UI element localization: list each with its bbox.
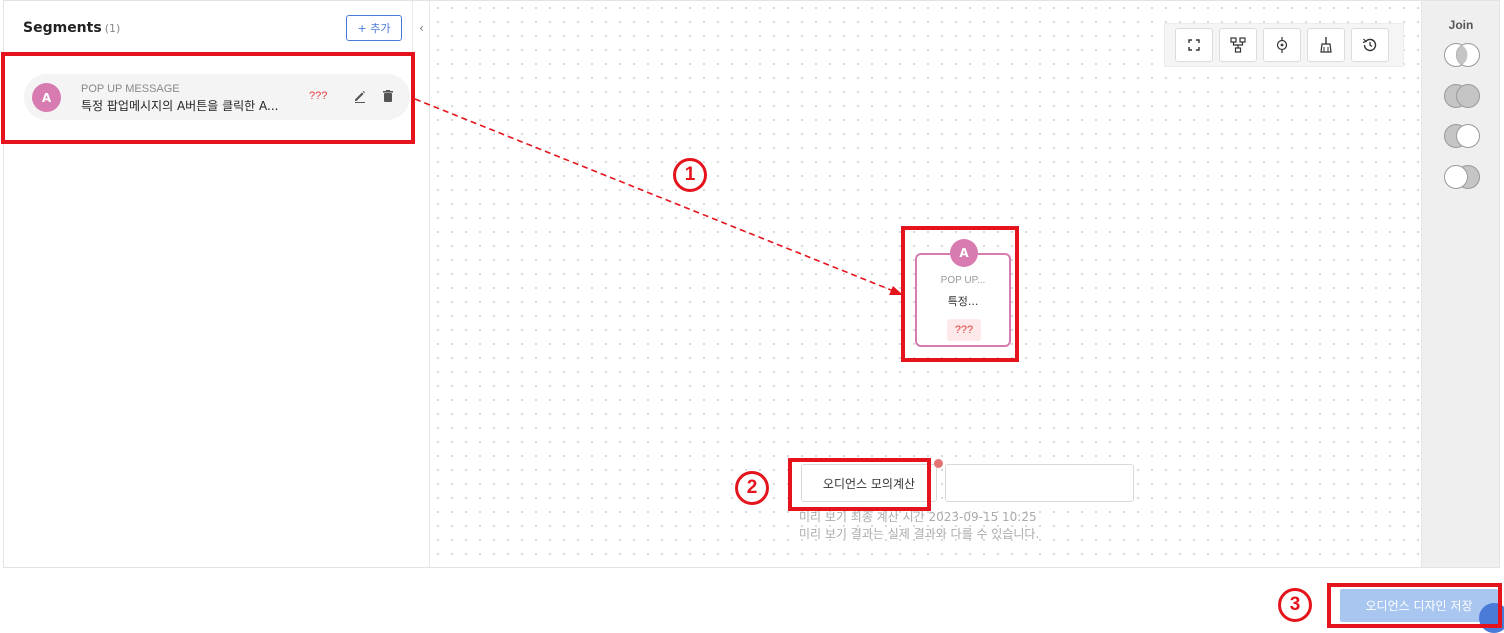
chevron-left-icon: ‹ [419,21,424,35]
node-count-badge: ??? [947,319,981,341]
center-button[interactable] [1263,28,1301,62]
step-marker-1: 1 [673,158,707,192]
step-marker-3: 3 [1278,588,1312,622]
node-type: POP UP... [940,275,986,286]
simulation-result-field[interactable] [945,464,1134,502]
tree-layout-icon [1230,37,1246,53]
segment-avatar: A [32,83,61,112]
simulation-disclaimer: 미리 보기 결과는 실제 결과와 다를 수 있습니다. [799,527,1040,541]
sidebar-title-text: Segments [23,20,102,36]
segments-sidebar: Segments (1) + 추가 ‹ A POP UP MESSAGE 특정 팝… [4,1,430,567]
join-right-difference-icon[interactable] [1441,164,1483,190]
center-icon [1276,37,1288,53]
audience-simulation-button[interactable]: 오디언스 모의계산 [801,464,937,502]
join-left-difference-icon[interactable] [1441,123,1483,149]
history-button[interactable] [1351,28,1389,62]
segment-description: 특정 팝업메시지의 A버튼을 클릭한 A... [81,99,279,113]
simulation-last-calculated: 미리 보기 최종 계산 시간 2023-09-15 10:25 [799,510,1037,524]
edit-icon[interactable] [352,88,368,104]
history-icon [1362,38,1377,52]
help-fab[interactable] [1479,603,1504,633]
join-panel: Join [1421,1,1499,567]
sidebar-title: Segments (1) [23,20,120,36]
step-marker-2: 2 [735,471,769,505]
tree-layout-button[interactable] [1219,28,1257,62]
simulation-status-dot [934,459,943,468]
trash-icon[interactable] [380,88,396,104]
add-segment-button[interactable]: + 추가 [346,15,402,41]
fullscreen-button[interactable] [1175,28,1213,62]
audience-canvas[interactable]: A POP UP... 특정... ??? 오디언스 모의계산 미리 보기 최종… [431,1,1420,567]
join-intersection-icon[interactable] [1441,42,1483,68]
clear-button[interactable] [1307,28,1345,62]
segment-count: (1) [104,22,121,35]
fullscreen-icon [1188,39,1200,51]
segment-type: POP UP MESSAGE [81,83,180,95]
sidebar-header: Segments (1) + 추가 [4,1,412,55]
segment-audience-count: ??? [309,90,328,102]
segment-list-item[interactable]: A POP UP MESSAGE 특정 팝업메시지의 A버튼을 클릭한 A...… [24,74,410,120]
broom-icon [1320,37,1332,53]
save-audience-design-button[interactable]: 오디언스 디자인 저장 [1340,589,1498,622]
node-avatar: A [950,239,978,267]
canvas-toolbar [1164,23,1404,67]
join-title: Join [1448,18,1474,32]
collapse-sidebar-button[interactable]: ‹ [412,1,430,55]
segment-node[interactable]: A POP UP... 특정... ??? [915,239,1011,347]
join-union-icon[interactable] [1441,83,1483,109]
node-description: 특정... [947,295,979,308]
